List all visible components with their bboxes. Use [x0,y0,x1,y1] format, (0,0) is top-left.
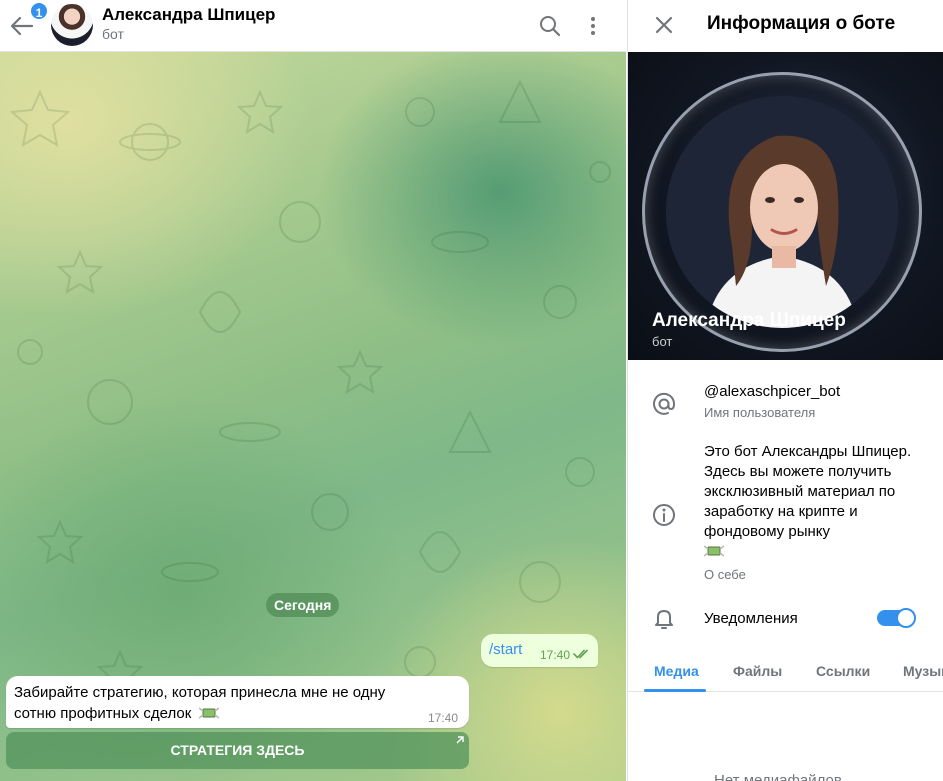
empty-media-note: Нет медиафайлов [714,772,842,781]
notifications-toggle[interactable] [877,608,916,628]
info-icon [653,504,675,526]
profile-name: Александра Шпицер [652,310,846,331]
chat-background-pattern [9,79,611,695]
money-with-wings-icon [704,545,724,557]
active-tab-indicator [644,689,706,692]
unread-badge: 1 [29,1,49,21]
close-icon[interactable] [650,11,678,39]
tab-music[interactable]: Музыка [903,663,943,679]
toggle-knob [896,608,916,628]
read-checks-icon [573,649,588,659]
profile-subtitle: бот [652,334,673,349]
profile-header: Александра Шпицер бот [628,52,943,360]
incoming-message[interactable]: Забирайте стратегию, которая принесла мн… [6,676,469,728]
tab-media[interactable]: Медиа [654,663,699,679]
outgoing-message-time: 17:40 [540,648,571,662]
username-label: Имя пользователя [704,405,816,420]
profile-photo-portrait [666,96,898,328]
about-body: Это бот Александры Шпицер. Здесь вы може… [704,443,912,540]
outgoing-message[interactable]: /start 17:40 [481,634,598,667]
bell-icon [655,610,673,629]
about-row[interactable]: Это бот Александры Шпицер. Здесь вы може… [628,440,943,585]
incoming-message-time: 17:40 [428,711,459,725]
external-link-arrow-icon [456,736,464,744]
panel-header: Информация о боте [628,0,943,52]
at-sign-icon [653,392,676,415]
notifications-label: Уведомления [704,610,798,627]
profile-photo[interactable] [666,96,898,328]
strategy-button-label: СТРАТЕГИЯ ЗДЕСЬ [170,742,305,758]
strategy-inline-button[interactable]: СТРАТЕГИЯ ЗДЕСЬ [6,732,469,769]
username-row[interactable]: @alexaschpicer_bot Имя пользователя [628,372,943,428]
about-label: О себе [704,567,746,582]
date-separator: Сегодня [266,593,340,617]
tab-links[interactable]: Ссылки [816,663,870,679]
tab-files[interactable]: Файлы [733,663,782,679]
chat-avatar[interactable] [51,4,93,46]
outgoing-message-text[interactable]: /start [489,641,522,658]
chat-title[interactable]: Александра Шпицер [102,5,275,25]
chat-area: 1 Александра Шпицер бот Сегодня /start 1… [0,0,626,781]
about-text: Это бот Александры Шпицер. Здесь вы може… [704,442,919,562]
chat-header: 1 Александра Шпицер бот [0,0,626,52]
more-options-icon[interactable] [579,12,607,40]
search-icon[interactable] [536,12,564,40]
media-tabs: Медиа Файлы Ссылки Музыка [628,652,943,692]
bot-info-panel: Информация о боте Александра Шпицер бот … [627,0,943,781]
chat-subtitle: бот [102,26,124,42]
money-with-wings-icon [199,707,220,719]
panel-title: Информация о боте [707,13,896,34]
username-value[interactable]: @alexaschpicer_bot [704,382,840,402]
incoming-message-text: Забирайте стратегию, которая принесла мн… [14,682,424,724]
